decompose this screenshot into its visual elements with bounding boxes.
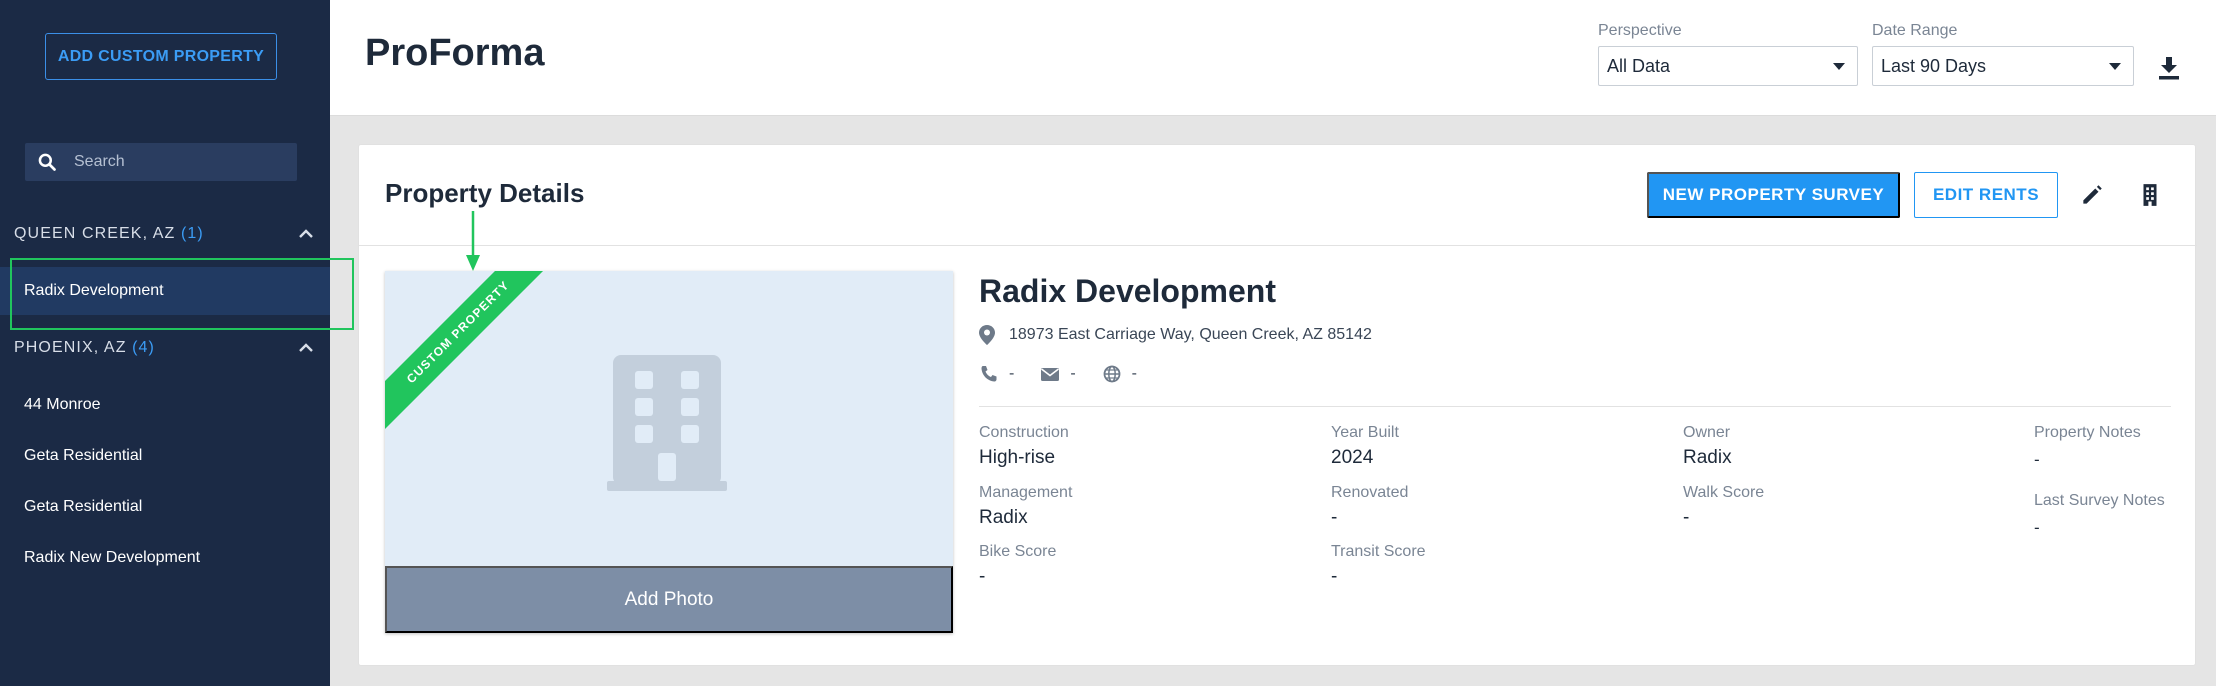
sidebar-item-radix-new-development[interactable]: Radix New Development bbox=[0, 534, 330, 582]
sidebar-item-label: Geta Residential bbox=[24, 447, 143, 464]
bike-score-label: Bike Score bbox=[979, 543, 1057, 560]
page-title: ProForma bbox=[365, 32, 545, 74]
owner-label: Owner bbox=[1683, 424, 1731, 441]
last-survey-notes-value: - bbox=[2034, 518, 2040, 537]
property-notes-value: - bbox=[2034, 450, 2040, 469]
sidebar-item-label: 44 Monroe bbox=[24, 396, 101, 413]
email-text: - bbox=[1070, 365, 1076, 382]
renovated-value: - bbox=[1331, 507, 1338, 528]
building-icon[interactable] bbox=[2137, 182, 2163, 208]
group-name: PHOENIX, AZ bbox=[14, 339, 127, 356]
edit-rents-button[interactable]: EDIT RENTS bbox=[1914, 172, 2058, 218]
year-built-value: 2024 bbox=[1331, 447, 1374, 468]
details-divider bbox=[979, 406, 2171, 407]
address-text: 18973 East Carriage Way, Queen Creek, AZ… bbox=[1009, 326, 1372, 343]
group-name: QUEEN CREEK, AZ bbox=[14, 225, 176, 242]
property-notes-label: Property Notes bbox=[2034, 424, 2141, 441]
sidebar-item-radix-development[interactable]: Radix Development bbox=[0, 267, 330, 315]
date-range-value: Last 90 Days bbox=[1881, 55, 1987, 76]
annotation-arrow-icon bbox=[466, 211, 480, 271]
envelope-icon bbox=[1041, 368, 1060, 381]
card-divider bbox=[359, 245, 2197, 246]
add-custom-property-button[interactable]: ADD CUSTOM PROPERTY bbox=[45, 33, 277, 80]
add-photo-button[interactable]: Add Photo bbox=[385, 566, 953, 633]
phone-contact: - bbox=[979, 365, 1014, 383]
walk-score-value: - bbox=[1683, 507, 1690, 528]
chevron-up-icon[interactable] bbox=[298, 340, 314, 356]
custom-property-ribbon: CUSTOM PROPERTY bbox=[385, 271, 559, 433]
sidebar-item-geta-residential[interactable]: Geta Residential bbox=[0, 432, 330, 480]
property-contacts: - - - bbox=[979, 365, 1163, 383]
sidebar-item-label: Radix New Development bbox=[24, 549, 201, 566]
property-photo: CUSTOM PROPERTY Add Photo bbox=[385, 271, 953, 633]
globe-icon bbox=[1103, 365, 1121, 383]
group-label: PHOENIX, AZ (4) bbox=[14, 339, 155, 357]
management-value: Radix bbox=[979, 507, 1028, 528]
date-range-label: Date Range bbox=[1872, 22, 1958, 39]
website-contact: - bbox=[1102, 365, 1137, 383]
download-icon[interactable] bbox=[2157, 55, 2181, 81]
perspective-select[interactable]: All Data bbox=[1598, 46, 1858, 86]
caret-down-icon bbox=[1833, 62, 1845, 70]
sidebar-item-44-monroe[interactable]: 44 Monroe bbox=[0, 381, 330, 429]
walk-score-label: Walk Score bbox=[1683, 484, 1765, 501]
group-count: (4) bbox=[132, 339, 155, 356]
map-pin-icon bbox=[979, 325, 995, 345]
phone-icon bbox=[981, 366, 997, 382]
group-header-queen-creek[interactable]: QUEEN CREEK, AZ (1) bbox=[14, 221, 314, 247]
sidebar: ADD CUSTOM PROPERTY QUEEN CREEK, AZ (1) … bbox=[0, 0, 330, 686]
management-label: Management bbox=[979, 484, 1073, 501]
sidebar-item-label: Geta Residential bbox=[24, 498, 143, 515]
caret-down-icon bbox=[2109, 62, 2121, 70]
search-input[interactable] bbox=[74, 153, 274, 171]
last-survey-notes-label: Last Survey Notes bbox=[2034, 492, 2165, 509]
sidebar-item-label: Radix Development bbox=[24, 282, 164, 299]
pencil-icon[interactable] bbox=[2079, 182, 2105, 208]
phone-text: - bbox=[1009, 365, 1015, 382]
property-details-card: Property Details NEW PROPERTY SURVEY EDI… bbox=[358, 144, 2197, 666]
date-range-select[interactable]: Last 90 Days bbox=[1872, 46, 2134, 86]
perspective-label: Perspective bbox=[1598, 22, 1682, 39]
bike-score-value: - bbox=[979, 566, 986, 587]
transit-score-label: Transit Score bbox=[1331, 543, 1426, 560]
website-text: - bbox=[1131, 365, 1137, 382]
search-box[interactable] bbox=[25, 143, 297, 181]
owner-value: Radix bbox=[1683, 447, 1732, 468]
email-contact: - bbox=[1040, 365, 1076, 383]
sidebar-item-geta-residential-2[interactable]: Geta Residential bbox=[0, 483, 330, 531]
property-address: 18973 East Carriage Way, Queen Creek, AZ… bbox=[979, 325, 1372, 345]
construction-label: Construction bbox=[979, 424, 1069, 441]
top-header: ProForma Perspective All Data Date Range… bbox=[330, 0, 2216, 116]
construction-value: High-rise bbox=[979, 447, 1056, 468]
group-header-phoenix[interactable]: PHOENIX, AZ (4) bbox=[14, 335, 314, 361]
renovated-label: Renovated bbox=[1331, 484, 1409, 501]
group-count: (1) bbox=[180, 225, 204, 242]
property-name: Radix Development bbox=[979, 273, 1276, 309]
chevron-up-icon[interactable] bbox=[298, 226, 314, 242]
transit-score-value: - bbox=[1331, 566, 1338, 587]
card-title: Property Details bbox=[385, 178, 585, 208]
new-property-survey-button[interactable]: NEW PROPERTY SURVEY bbox=[1647, 172, 1900, 218]
search-icon bbox=[38, 153, 56, 171]
year-built-label: Year Built bbox=[1331, 424, 1399, 441]
perspective-value: All Data bbox=[1607, 55, 1671, 76]
building-placeholder-icon bbox=[607, 355, 727, 491]
group-label: QUEEN CREEK, AZ (1) bbox=[14, 225, 204, 243]
